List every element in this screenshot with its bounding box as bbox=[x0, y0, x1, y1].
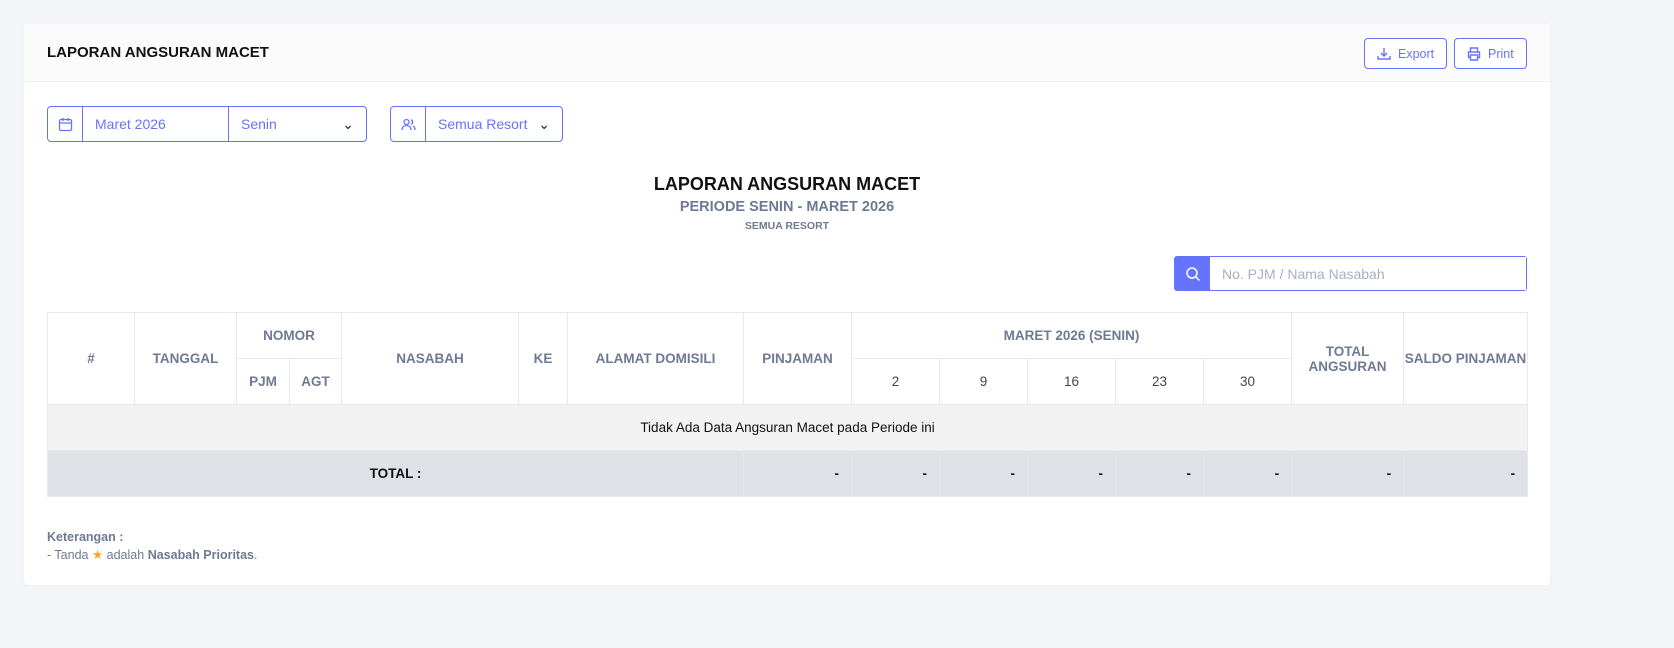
search-box bbox=[1174, 256, 1527, 291]
total-cell: - bbox=[1202, 450, 1293, 497]
col-date: 16 bbox=[1027, 358, 1116, 405]
total-cell: - bbox=[743, 450, 852, 497]
search-button[interactable] bbox=[1175, 257, 1210, 290]
month-picker[interactable]: Maret 2026 bbox=[83, 107, 229, 141]
chevron-down-icon: ⌄ bbox=[342, 115, 354, 132]
resort-value: Semua Resort bbox=[438, 116, 528, 132]
total-cell: - bbox=[1115, 450, 1204, 497]
users-icon bbox=[400, 118, 416, 130]
total-cell: - bbox=[1403, 450, 1529, 497]
search-input[interactable] bbox=[1210, 257, 1526, 290]
month-value: Maret 2026 bbox=[95, 116, 166, 132]
empty-message: Tidak Ada Data Angsuran Macet pada Perio… bbox=[46, 404, 1529, 451]
col-date: 2 bbox=[851, 358, 940, 405]
col-date: 30 bbox=[1202, 358, 1293, 405]
col-total: TOTAL ANGSURAN bbox=[1291, 312, 1405, 405]
report-resort: SEMUA RESORT bbox=[744, 220, 830, 232]
col-alamat: ALAMAT DOMISILI bbox=[567, 312, 744, 405]
card-header: LAPORAN ANGSURAN MACET Export Print bbox=[24, 24, 1550, 82]
print-label: Print bbox=[1488, 46, 1514, 61]
note-title: Keterangan : bbox=[47, 530, 124, 544]
calendar-icon bbox=[58, 117, 72, 131]
col-no: # bbox=[47, 312, 135, 405]
col-pjm: PJM bbox=[236, 358, 290, 405]
print-button[interactable]: Print bbox=[1454, 38, 1527, 69]
resort-filter[interactable]: Semua Resort ⌄ bbox=[390, 106, 563, 142]
printer-icon bbox=[1467, 46, 1481, 61]
col-nasabah: NASABAH bbox=[341, 312, 519, 405]
day-select[interactable]: Senin ⌄ bbox=[229, 107, 366, 141]
total-label: TOTAL : bbox=[47, 450, 744, 497]
total-cell: - bbox=[851, 450, 940, 497]
report-period: PERIODE SENIN - MARET 2026 bbox=[679, 199, 895, 215]
col-date: 9 bbox=[939, 358, 1028, 405]
star-icon: ★ bbox=[91, 548, 104, 562]
export-button[interactable]: Export bbox=[1364, 38, 1448, 69]
report-card: LAPORAN ANGSURAN MACET Export Print Mare… bbox=[24, 24, 1550, 585]
total-cell: - bbox=[1027, 450, 1116, 497]
legend-note: Keterangan : - Tanda ★ adalah Nasabah Pr… bbox=[47, 528, 257, 564]
download-icon bbox=[1377, 47, 1391, 60]
col-pinjaman: PINJAMAN bbox=[743, 312, 852, 405]
col-nomor: NOMOR bbox=[236, 312, 342, 359]
export-label: Export bbox=[1398, 46, 1435, 61]
col-saldo: SALDO PINJAMAN bbox=[1403, 312, 1529, 405]
search-icon bbox=[1185, 266, 1200, 281]
col-date: 23 bbox=[1115, 358, 1204, 405]
report-title: LAPORAN ANGSURAN MACET bbox=[653, 174, 921, 194]
note-suffix: . bbox=[253, 548, 258, 562]
col-tanggal: TANGGAL bbox=[134, 312, 237, 405]
col-period: MARET 2026 (SENIN) bbox=[850, 312, 1293, 359]
report-table: # TANGGAL NOMOR NASABAH KE ALAMAT DOMISI… bbox=[46, 312, 1529, 497]
col-ke: KE bbox=[518, 312, 568, 405]
total-cell: - bbox=[939, 450, 1028, 497]
note-middle: adalah bbox=[106, 548, 145, 562]
period-filter: Maret 2026 Senin ⌄ bbox=[47, 106, 367, 142]
note-prefix: - Tanda bbox=[47, 548, 89, 562]
day-value: Senin bbox=[241, 116, 277, 132]
chevron-down-icon: ⌄ bbox=[538, 115, 550, 132]
total-cell: - bbox=[1291, 450, 1405, 497]
total-row: TOTAL : - - - - - - - - bbox=[47, 450, 1529, 497]
note-bold: Nasabah Prioritas bbox=[147, 548, 254, 562]
page-title: LAPORAN ANGSURAN MACET bbox=[47, 44, 269, 61]
col-agt: AGT bbox=[289, 358, 342, 405]
